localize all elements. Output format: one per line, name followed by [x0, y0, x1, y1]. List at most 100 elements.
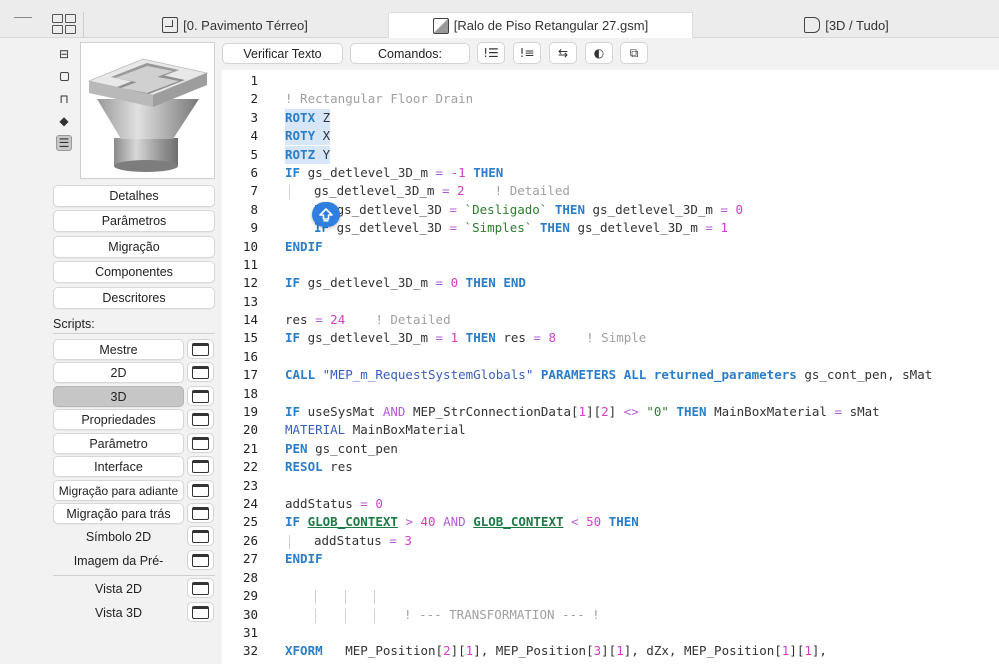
script-master-button[interactable]: Mestre [53, 339, 184, 360]
script-backward-migration-button[interactable]: Migração para trás [53, 503, 184, 524]
open-window-button[interactable] [187, 480, 214, 500]
comment: ! Detailed [375, 312, 451, 327]
section-components-button[interactable]: Componentes [53, 261, 215, 283]
keyword: ENDIF [285, 551, 323, 566]
section-descriptors-button[interactable]: Descritores [53, 287, 215, 309]
operator: < [571, 514, 579, 529]
contrast-icon[interactable]: ◐ [585, 42, 613, 64]
identifier: ], [811, 643, 827, 658]
indent-guide [345, 609, 346, 623]
operator: = [449, 220, 458, 235]
script-interface-button[interactable]: Interface [53, 456, 184, 477]
line-number: 32 [242, 643, 258, 658]
open-window-button[interactable] [187, 362, 214, 382]
tab-gsm-object[interactable]: [Ralo de Piso Retangular 27.gsm] [388, 12, 693, 38]
line-number: 15 [242, 330, 258, 345]
floating-shift-button[interactable] [312, 202, 340, 227]
keyword: IF [285, 165, 301, 180]
line-number: 7 [250, 183, 258, 198]
number: 1 [450, 330, 459, 345]
code-line: 28 [222, 569, 999, 587]
open-window-button[interactable] [187, 503, 214, 523]
script-preview-image-button[interactable]: Imagem da Pré- [53, 550, 184, 571]
identifier: res [285, 312, 308, 327]
indent-guide [289, 535, 290, 549]
line-number: 21 [242, 441, 258, 456]
window-handle[interactable] [14, 17, 32, 18]
script-3d-button[interactable]: 3D [53, 386, 184, 407]
line-number: 26 [242, 533, 258, 548]
section-parameters-button[interactable]: Parâmetros [53, 210, 215, 232]
open-window-button[interactable] [187, 409, 214, 429]
open-window-button[interactable] [187, 456, 214, 476]
line-number: 5 [250, 147, 258, 162]
keyword: ALL [623, 367, 647, 382]
side-view-icon[interactable]: ⊓ [56, 91, 72, 107]
format-code-icon[interactable]: ⇆ [549, 42, 577, 64]
view-2d-button[interactable]: Vista 2D [53, 578, 184, 599]
open-window-button[interactable] [187, 550, 214, 570]
open-window-button[interactable] [187, 578, 214, 598]
code-editor[interactable]: 1 2 ! Rectangular Floor Drain 3 ROTX Z 4 RO… [222, 70, 999, 664]
commands-dropdown[interactable]: Comandos: [350, 43, 470, 64]
script-2d-symbol-button[interactable]: Símbolo 2D [53, 526, 184, 547]
uncomment-icon[interactable]: !≡ [513, 42, 541, 64]
operator: = [449, 202, 458, 217]
indent-guide [374, 609, 375, 623]
code-line: 7 gs_detlevel_3D_m = 2 ! Detailed [222, 182, 999, 200]
section-details-button[interactable]: Detalhes [53, 185, 215, 207]
open-window-button[interactable] [187, 526, 214, 546]
identifier: ][ [450, 643, 466, 658]
identifier: gs_cont_pen [315, 441, 398, 456]
comment: ! Detailed [494, 183, 570, 198]
tab-floor-plan[interactable]: [0. Pavimento Térreo] [84, 12, 386, 38]
insert-comment-icon[interactable]: !☰ [477, 42, 505, 64]
window-icon [192, 529, 209, 543]
open-window-button[interactable] [187, 602, 214, 622]
identifier: MainBoxMaterial [714, 404, 827, 419]
code-line: 1 [222, 72, 999, 90]
script-parameter-button[interactable]: Parâmetro [53, 433, 184, 454]
check-script-button[interactable]: Verificar Texto [222, 43, 343, 64]
open-window-button[interactable] [187, 339, 214, 359]
tab-label: [Ralo de Piso Retangular 27.gsm] [453, 18, 649, 33]
code-line: 4 ROTY X [222, 127, 999, 145]
external-editor-icon[interactable]: ⧉ [620, 42, 648, 64]
list-view-icon[interactable]: ☰ [56, 135, 72, 151]
front-view-icon[interactable] [56, 68, 72, 84]
tab-overview-icon[interactable] [52, 14, 76, 34]
script-forward-migration-button[interactable]: Migração para adiante [53, 480, 184, 501]
scripts-heading: Scripts: [53, 317, 95, 331]
plan-view-icon[interactable]: ⊟ [56, 46, 72, 62]
open-window-button[interactable] [187, 386, 214, 406]
identifier: sMat [849, 404, 880, 419]
open-window-button[interactable] [187, 433, 214, 453]
indent-guide [345, 590, 346, 604]
code-line: 20 MATERIAL MainBoxMaterial [222, 421, 999, 439]
window-icon [192, 412, 209, 426]
preview-view-rail: ⊟ ⊓ ◆ ☰ [50, 40, 78, 160]
keyword: THEN [465, 330, 496, 345]
code-line: 23 [222, 477, 999, 495]
script-2d-button[interactable]: 2D [53, 362, 184, 383]
keyword: END [503, 275, 526, 290]
section-migration-button[interactable]: Migração [53, 236, 215, 258]
keyword: THEN [608, 514, 639, 529]
selected-code: ROTZ Y [285, 146, 331, 164]
shift-arrow-icon [319, 207, 333, 222]
view-3d-button[interactable]: Vista 3D [53, 602, 184, 623]
object-preview-image [80, 42, 215, 179]
line-number: 6 [250, 165, 258, 180]
operator: = [360, 496, 368, 511]
code-line: 31 [222, 624, 999, 642]
script-properties-button[interactable]: Propriedades [53, 409, 184, 430]
line-number: 29 [242, 588, 258, 603]
identifier: ][ [789, 643, 805, 658]
tab-3d-view[interactable]: [3D / Tudo] [694, 12, 999, 38]
operator: = [435, 330, 444, 345]
line-number: 22 [242, 459, 258, 474]
keyword: returned_parameters [653, 367, 797, 382]
keyword: THEN [554, 202, 585, 217]
keyword: IF [285, 404, 301, 419]
3d-cube-icon[interactable]: ◆ [56, 113, 72, 129]
